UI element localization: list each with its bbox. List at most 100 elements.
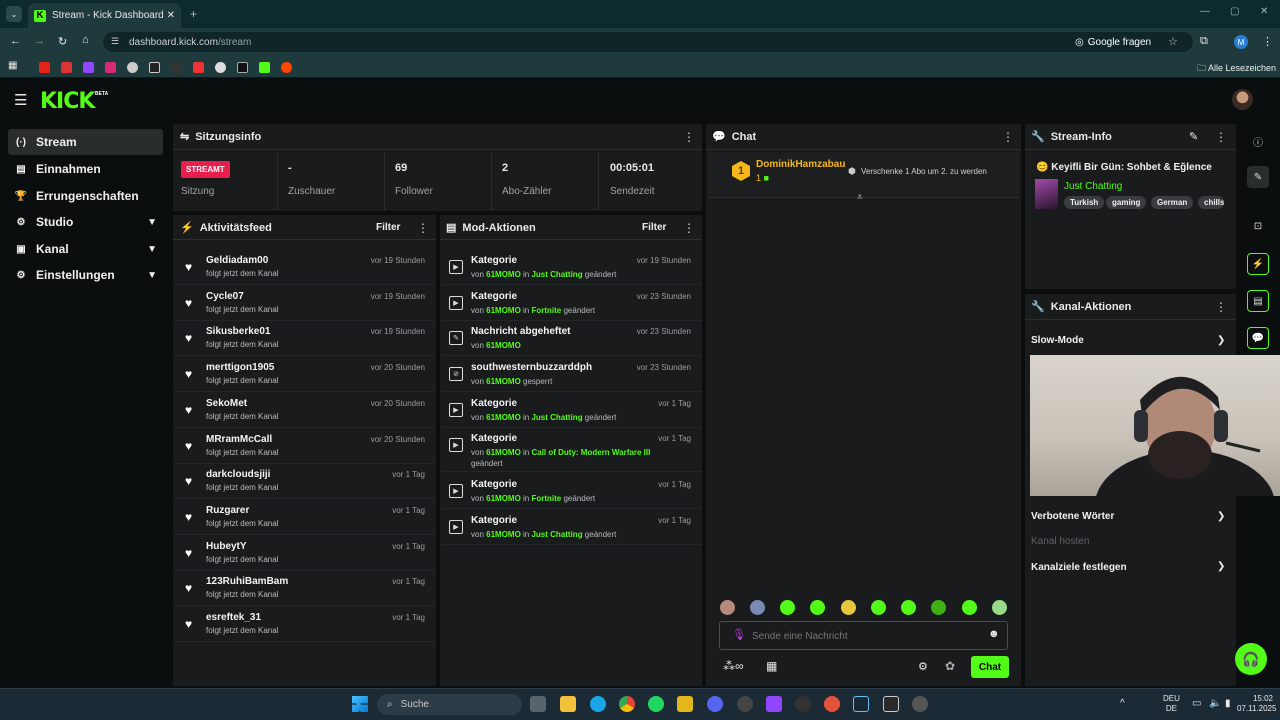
host-channel-action[interactable]: Kanal hosten bbox=[1031, 536, 1089, 547]
kick-logo[interactable]: KICK bbox=[40, 89, 95, 114]
chevron-right-icon[interactable]: ❯ bbox=[1217, 335, 1225, 346]
channel-goals-action[interactable]: Kanalziele festlegen bbox=[1031, 562, 1127, 573]
youtube-bookmark-icon[interactable] bbox=[39, 62, 50, 73]
bookmark-icon[interactable] bbox=[61, 62, 72, 73]
follower-name[interactable]: SekoMet bbox=[206, 398, 247, 409]
network-icon[interactable]: ▭ bbox=[1192, 698, 1201, 709]
list-item[interactable]: ♥ Ruzgarer folgt jetzt dem Kanal vor 1 Tag bbox=[175, 500, 435, 535]
list-item[interactable]: ♥ HubeytY folgt jetzt dem Kanal vor 1 Tag bbox=[175, 536, 435, 571]
hamburger-menu-icon[interactable]: ☰ bbox=[14, 91, 27, 109]
url-field[interactable]: ☰ dashboard.kick.com/stream ◎ Google frag… bbox=[103, 32, 1193, 52]
category-name[interactable]: Just Chatting bbox=[531, 413, 582, 422]
list-item[interactable]: ✎ Nachricht abgeheftet von 61MOMO vor 23 St… bbox=[441, 321, 701, 356]
moderator-name[interactable]: 61MOMO bbox=[486, 494, 521, 503]
follower-name[interactable]: Geldiadam00 bbox=[206, 255, 268, 266]
chat-message-input[interactable] bbox=[752, 627, 972, 645]
sidebar-item-studio[interactable]: ⚙ Studio ▼ bbox=[8, 209, 163, 235]
list-item[interactable]: ♥ SekoMet folgt jetzt dem Kanal vor 20 Stun… bbox=[175, 393, 435, 428]
app-icon[interactable] bbox=[824, 696, 840, 712]
list-item[interactable]: ▶ Kategorie von 61MOMO in Just Chatting ge… bbox=[441, 250, 701, 285]
follower-name[interactable]: merttigon1905 bbox=[206, 362, 274, 373]
input-language[interactable]: DEU DE bbox=[1163, 694, 1180, 714]
list-item[interactable]: ▶ Kategorie von 61MOMO in Call of Duty: Mo… bbox=[441, 428, 701, 472]
window-close-icon[interactable]: ✕ bbox=[1260, 6, 1268, 17]
stream-info-menu-icon[interactable]: ⋮ bbox=[1215, 130, 1227, 144]
follower-name[interactable]: MRramMcCall bbox=[206, 434, 272, 445]
moderator-name[interactable]: 61MOMO bbox=[486, 377, 521, 386]
app-icon[interactable] bbox=[737, 696, 753, 712]
file-explorer-icon[interactable] bbox=[560, 696, 576, 712]
microphone-icon[interactable]: 🎙 bbox=[732, 628, 746, 641]
bookmark-icon[interactable] bbox=[215, 62, 226, 73]
moderator-name[interactable]: 61MOMO bbox=[486, 448, 521, 457]
category-name[interactable]: Just Chatting bbox=[531, 530, 582, 539]
slow-mode-action[interactable]: Slow-Mode bbox=[1031, 335, 1084, 346]
emote-icon[interactable] bbox=[780, 600, 795, 615]
all-bookmarks-link[interactable]: 🗀 Alle Lesezeichen bbox=[1197, 61, 1276, 77]
channel-actions-menu-icon[interactable]: ⋮ bbox=[1215, 300, 1227, 314]
chevron-right-icon[interactable]: ❯ bbox=[1217, 561, 1225, 572]
follower-name[interactable]: Cycle07 bbox=[206, 291, 244, 302]
list-item[interactable]: ♥ Sikusberke01 folgt jetzt dem Kanal vor 19… bbox=[175, 321, 435, 357]
volume-icon[interactable]: 🔈 bbox=[1209, 698, 1221, 709]
bookmark-icon[interactable] bbox=[193, 62, 204, 73]
info-icon[interactable]: ⓘ bbox=[1247, 130, 1269, 152]
app-icon[interactable] bbox=[677, 696, 693, 712]
notes-icon[interactable]: ▤ bbox=[1247, 290, 1269, 312]
sidebar-item-einnahmen[interactable]: ▤ Einnahmen bbox=[8, 156, 163, 182]
activity-menu-icon[interactable]: ⋮ bbox=[417, 221, 429, 235]
user-avatar[interactable] bbox=[1232, 89, 1253, 110]
twitch-icon[interactable] bbox=[766, 696, 782, 712]
task-view-icon[interactable] bbox=[530, 696, 546, 712]
category-name[interactable]: Fortnite bbox=[531, 306, 561, 315]
follower-name[interactable]: Sikusberke01 bbox=[206, 326, 271, 337]
emote-icon[interactable] bbox=[841, 600, 856, 615]
follower-name[interactable]: HubeytY bbox=[206, 541, 247, 552]
forward-icon[interactable]: → bbox=[34, 35, 45, 47]
quick-action-icon[interactable]: ⚡ bbox=[1247, 253, 1269, 275]
moderator-name[interactable]: 61MOMO bbox=[486, 341, 521, 350]
list-item[interactable]: ⊘ southwesternbuzzarddph von 61MOMO gesper… bbox=[441, 357, 701, 392]
emote-icon[interactable] bbox=[931, 600, 946, 615]
bookmark-icon[interactable] bbox=[127, 62, 138, 73]
list-item[interactable]: ▶ Kategorie von 61MOMO in Just Chatting ge… bbox=[441, 510, 701, 545]
list-item[interactable]: ▶ Kategorie von 61MOMO in Fortnite geänder… bbox=[441, 474, 701, 509]
emote-icon[interactable] bbox=[720, 600, 735, 615]
store-icon[interactable]: ▦ bbox=[766, 659, 777, 673]
emote-icon[interactable] bbox=[810, 600, 825, 615]
category-name[interactable]: Fortnite bbox=[531, 494, 561, 503]
gifter-name[interactable]: DominikHamzabau bbox=[756, 159, 845, 170]
follower-name[interactable]: darkcloudsjiji bbox=[206, 469, 270, 480]
list-item[interactable]: ♥ MRramMcCall folgt jetzt dem Kanal vor 20 … bbox=[175, 429, 435, 464]
kick-bookmark-icon[interactable] bbox=[259, 62, 270, 73]
battery-icon[interactable]: ▮ bbox=[1225, 698, 1231, 709]
bookmark-icon[interactable] bbox=[171, 62, 182, 73]
browser-menu-icon[interactable]: ⋮ bbox=[1262, 35, 1273, 48]
reddit-bookmark-icon[interactable] bbox=[281, 62, 292, 73]
reload-icon[interactable]: ↻ bbox=[58, 35, 67, 48]
taskbar-search-box[interactable]: ⌕ Suche bbox=[377, 694, 522, 715]
support-help-button[interactable]: 🎧 bbox=[1235, 643, 1267, 675]
tiktok-bookmark-icon[interactable] bbox=[237, 62, 248, 73]
chat-menu-icon[interactable]: ⋮ bbox=[1002, 130, 1014, 144]
chat-popout-icon[interactable]: 💬 bbox=[1247, 327, 1269, 349]
instagram-bookmark-icon[interactable] bbox=[105, 62, 116, 73]
chevron-right-icon[interactable]: ❯ bbox=[1217, 511, 1225, 522]
discord-icon[interactable] bbox=[707, 696, 723, 712]
list-item[interactable]: ▶ Kategorie von 61MOMO in Just Chatting ge… bbox=[441, 393, 701, 428]
obs-icon[interactable] bbox=[912, 696, 928, 712]
sidebar-item-errungenschaften[interactable]: 🏆 Errungenschaften bbox=[8, 183, 163, 209]
sidebar-item-kanal[interactable]: ▣ Kanal ▼ bbox=[8, 236, 163, 262]
clock[interactable]: 15:02 07.11.2025 bbox=[1237, 694, 1276, 714]
tray-expand-icon[interactable]: ^ bbox=[1120, 698, 1125, 709]
extensions-icon[interactable]: ⧉ bbox=[1200, 35, 1208, 48]
list-item[interactable]: ▶ Kategorie von 61MOMO in Fortnite geänder… bbox=[441, 286, 701, 321]
activity-filter-button[interactable]: Filter bbox=[376, 222, 400, 233]
chat-input-box[interactable]: 🎙 ☻ bbox=[719, 621, 1008, 650]
apps-grid-icon[interactable]: ▦ bbox=[8, 60, 17, 71]
chrome-icon[interactable] bbox=[619, 696, 635, 712]
list-item[interactable]: ♥ Cycle07 folgt jetzt dem Kanal vor 19 Stun… bbox=[175, 286, 435, 321]
channel-points-icon[interactable]: ⁂∞ bbox=[723, 659, 744, 673]
bookmark-star-icon[interactable]: ☆ bbox=[1168, 35, 1178, 48]
chat-send-button[interactable]: Chat bbox=[971, 656, 1009, 678]
